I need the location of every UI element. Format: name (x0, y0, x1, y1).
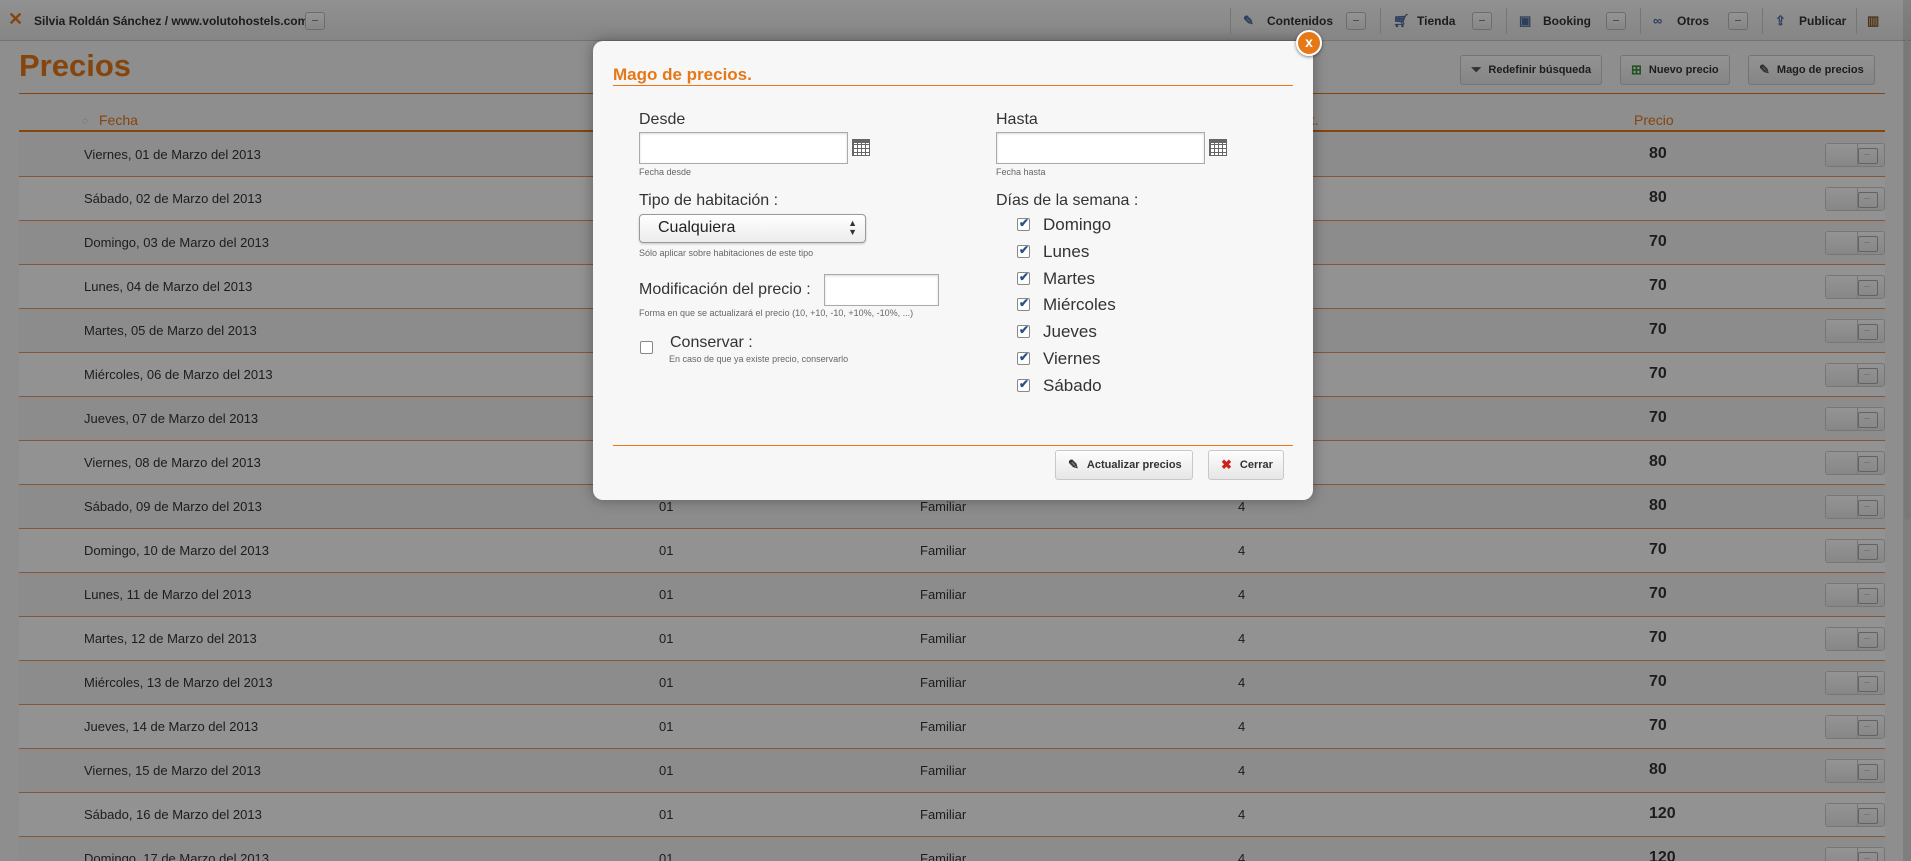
weekday-checkbox[interactable] (1017, 296, 1030, 312)
desde-label: Desde (639, 111, 686, 128)
price-modification-label: Modificación del precio : (639, 281, 811, 298)
weekday-label: Domingo (1043, 215, 1112, 234)
scrollbar-thumb[interactable] (1904, 40, 1910, 520)
price-wizard-dialog: Mago de precios. Desde Fecha desde Hasta… (593, 41, 1313, 500)
hasta-input[interactable] (996, 132, 1205, 164)
chevron-down-icon (1864, 638, 1870, 639)
price-modification-hint: Forma en que se actualizará el precio (1… (639, 308, 914, 318)
chevron-down-icon (1864, 858, 1870, 859)
close-dialog-label: Cerrar (1239, 459, 1273, 471)
chevron-down-icon (1864, 682, 1870, 683)
chevron-down-icon (1864, 550, 1870, 551)
desde-hint: Fecha desde (639, 167, 692, 177)
weekday-checkbox[interactable] (1017, 323, 1030, 339)
weekday-checkbox[interactable] (1017, 270, 1030, 285)
room-type-selected: Cualquiera (658, 219, 736, 236)
room-type-hint: Sólo aplicar sobre habitaciones de este … (639, 248, 814, 258)
room-type-label: Tipo de habitación : (639, 192, 779, 209)
select-arrows-icon: ▲ ▼ (848, 218, 857, 237)
dialog-title-divider (613, 85, 1293, 86)
page-scrollbar[interactable] (1903, 0, 1911, 861)
chevron-down-icon (1864, 594, 1870, 595)
hasta-label: Hasta (996, 111, 1038, 128)
conservar-checkbox[interactable] (640, 341, 653, 354)
dialog-title: Mago de precios. (613, 65, 752, 84)
calendar-icon[interactable] (1209, 139, 1227, 156)
weekday-label: Sábado (1043, 375, 1102, 395)
weekday-checkbox[interactable] (1017, 216, 1030, 231)
weekdays-label: Días de la semana : (996, 192, 1139, 209)
weekday-checkbox[interactable] (1017, 350, 1030, 365)
weekday-label: Martes (1043, 268, 1095, 288)
chevron-down-icon (1864, 770, 1870, 771)
chevron-down-icon (1864, 198, 1870, 199)
calendar-icon[interactable] (852, 139, 870, 156)
chevron-down-icon (1864, 814, 1870, 815)
chevron-down-icon (1864, 462, 1870, 463)
chevron-down-icon (1864, 374, 1870, 375)
wand-icon: ✎ (1068, 457, 1079, 472)
chevron-down-icon (1864, 726, 1870, 727)
dialog-footer-divider (613, 445, 1293, 446)
room-type-select[interactable]: Cualquiera ▲ ▼ (639, 214, 866, 243)
conservar-hint: En caso de que ya existe precio, conserv… (669, 354, 849, 364)
chevron-down-icon (1864, 242, 1870, 243)
close-dialog-button[interactable]: ✖ Cerrar (1208, 450, 1284, 480)
desde-input[interactable] (639, 132, 848, 164)
chevron-down-icon (1864, 506, 1870, 507)
close-icon: ✖ (1221, 457, 1232, 472)
weekday-label: Miércoles (1043, 295, 1116, 315)
dialog-close-icon[interactable]: x (1296, 30, 1322, 56)
weekday-label: Lunes (1043, 241, 1090, 261)
chevron-down-icon (1864, 330, 1870, 331)
update-prices-button[interactable]: ✎ Actualizar precios (1055, 450, 1193, 480)
chevron-down-icon (1864, 286, 1870, 287)
conservar-label: Conservar : (670, 334, 753, 351)
chevron-down-icon (1864, 154, 1870, 155)
weekday-checkbox[interactable] (1017, 243, 1030, 258)
price-modification-input[interactable] (824, 274, 939, 306)
weekday-label: Viernes (1043, 349, 1101, 368)
update-prices-label: Actualizar precios (1086, 459, 1182, 471)
hasta-hint: Fecha hasta (996, 167, 1046, 177)
chevron-down-icon (1864, 418, 1870, 419)
weekday-checkbox[interactable] (1017, 377, 1030, 392)
weekday-label: Jueves (1043, 322, 1097, 342)
